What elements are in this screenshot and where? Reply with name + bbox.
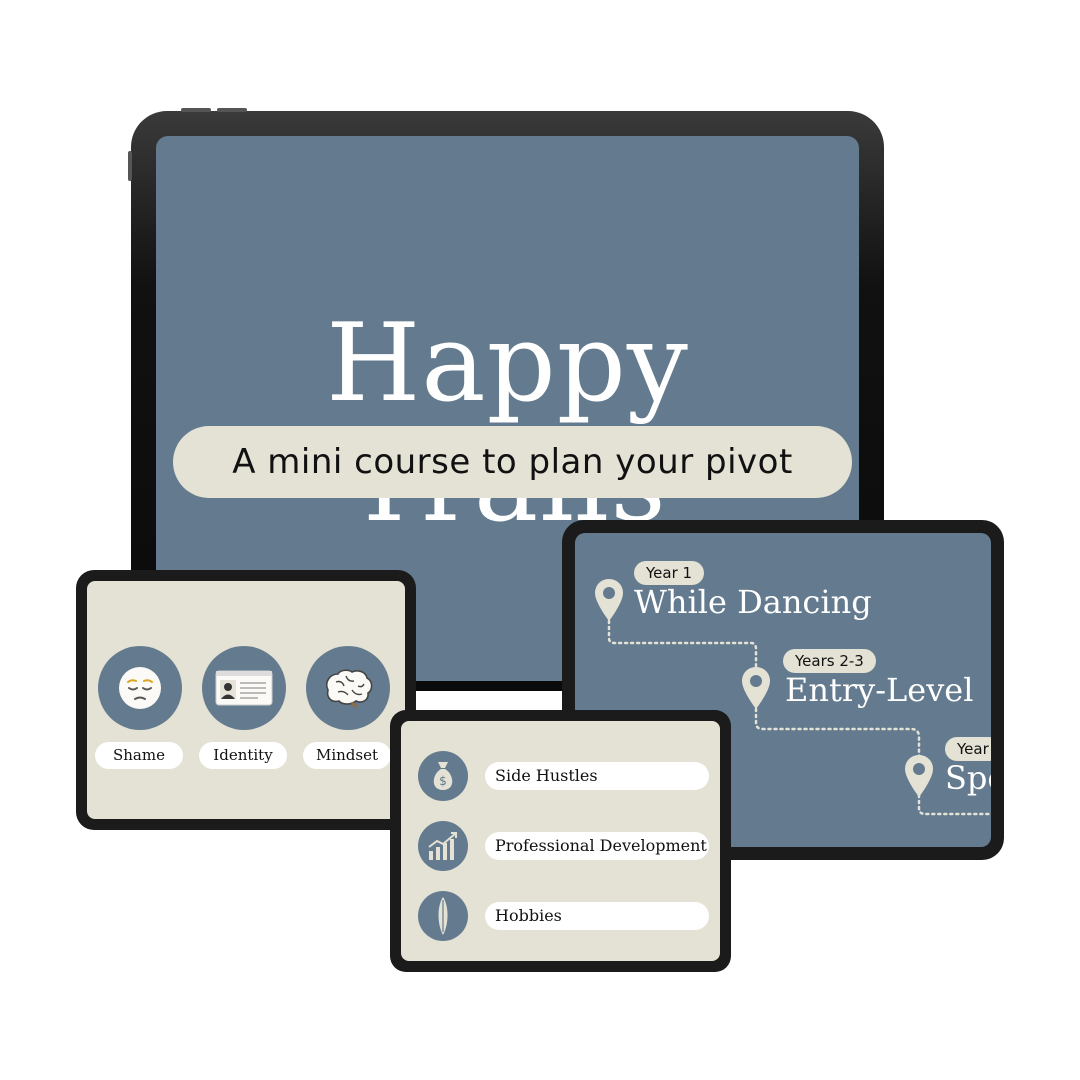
brain-icon bbox=[325, 669, 373, 708]
topic-label: Identity bbox=[199, 742, 287, 769]
svg-text:$: $ bbox=[439, 774, 447, 788]
map-pin-icon bbox=[905, 755, 933, 797]
option-label: Hobbies bbox=[485, 902, 709, 930]
topic-icon-circle bbox=[202, 646, 286, 730]
growth-chart-icon bbox=[428, 832, 457, 860]
topics-tablet: Shame Identity Mindset bbox=[76, 570, 416, 830]
timeline-title: While Dancing bbox=[634, 583, 872, 621]
option-label: Professional Development bbox=[485, 832, 709, 860]
option-label: Side Hustles bbox=[485, 762, 709, 790]
volume-button bbox=[217, 108, 247, 112]
timeline-tag: Year bbox=[945, 737, 991, 761]
side-button bbox=[128, 151, 132, 181]
topic-label: Mindset bbox=[303, 742, 391, 769]
course-title: Happy Trails bbox=[326, 301, 689, 544]
topic-item: Mindset bbox=[303, 646, 393, 769]
topic-icon-circle bbox=[98, 646, 182, 730]
option-icon-circle: $ bbox=[418, 751, 468, 801]
topics-slide: Shame Identity Mindset bbox=[87, 581, 405, 819]
timeline-tag: Year 1 bbox=[634, 561, 705, 585]
options-tablet: $ Side Hustles Professional Development … bbox=[390, 710, 731, 972]
topic-item: Identity bbox=[199, 646, 289, 769]
option-icon-circle bbox=[418, 891, 468, 941]
map-pin-icon bbox=[742, 667, 770, 709]
timeline-tag: Years 2-3 bbox=[783, 649, 876, 673]
timeline-title: Entry-Level bbox=[785, 671, 974, 709]
map-pin-icon bbox=[595, 579, 623, 621]
surfboard-icon bbox=[438, 897, 448, 935]
volume-button bbox=[181, 108, 211, 112]
id-card-icon bbox=[215, 670, 273, 706]
money-bag-icon: $ bbox=[433, 762, 453, 790]
course-subtitle: A mini course to plan your pivot bbox=[232, 442, 793, 482]
timeline-title: Spe bbox=[945, 759, 991, 797]
topic-label: Shame bbox=[95, 742, 183, 769]
pensive-face-icon bbox=[119, 667, 161, 709]
option-icon-circle bbox=[418, 821, 468, 871]
options-slide: $ Side Hustles Professional Development … bbox=[401, 721, 720, 961]
topic-icon-circle bbox=[306, 646, 390, 730]
subtitle-pill: A mini course to plan your pivot bbox=[173, 426, 852, 498]
topic-item: Shame bbox=[95, 646, 185, 769]
